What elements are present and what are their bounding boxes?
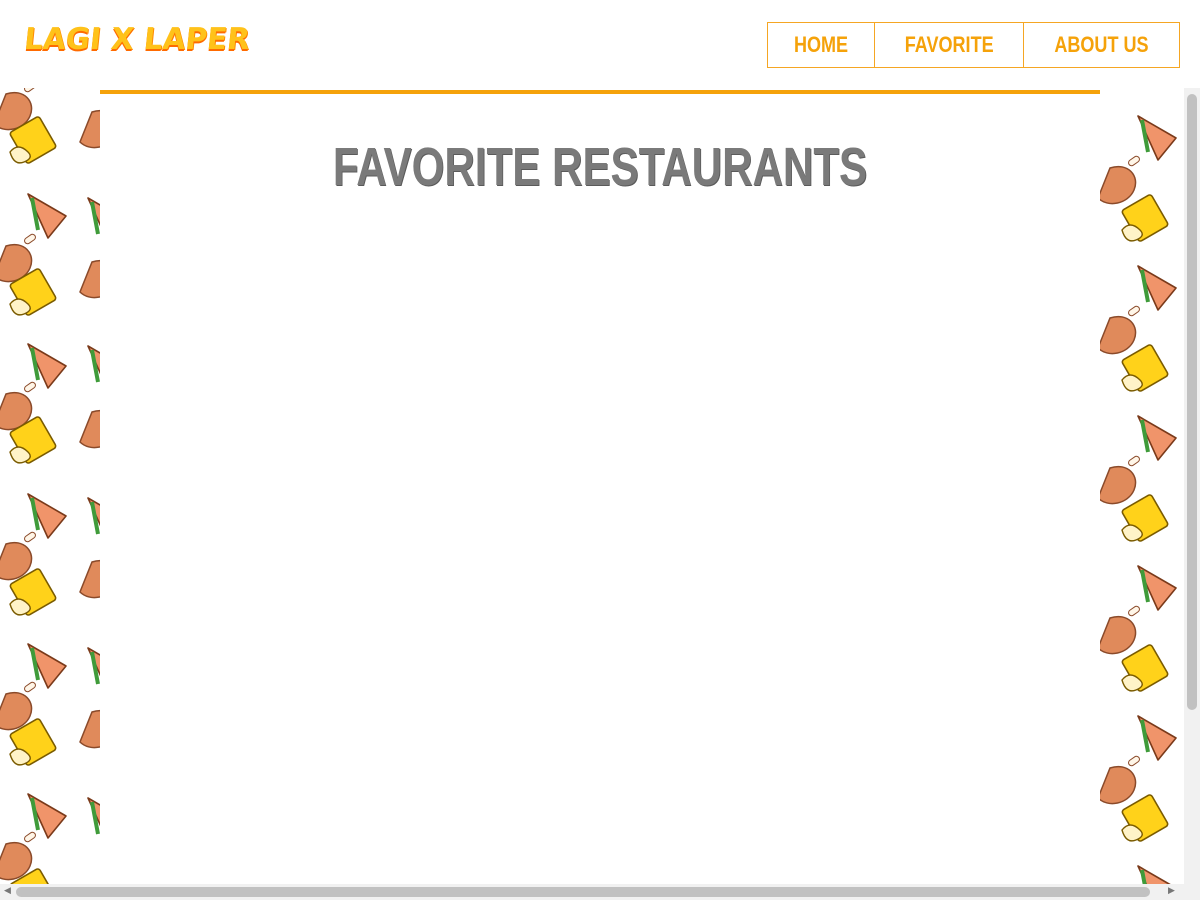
site-logo[interactable]: LAGI X LAPER: [22, 22, 251, 57]
scroll-right-arrow-icon[interactable]: ▶: [1168, 886, 1175, 896]
sandwich-icon: [26, 492, 68, 540]
chicken-leg-icon: [1100, 754, 1142, 805]
nav-favorite-link[interactable]: FAVORITE: [888, 23, 1010, 67]
sandwich-icon: [1136, 564, 1178, 612]
beer-mug-icon: [1120, 493, 1170, 543]
scroll-left-arrow-icon[interactable]: ◀: [4, 886, 11, 896]
chicken-leg-icon: [79, 548, 100, 599]
nav-about-link[interactable]: ABOUT US: [1038, 23, 1165, 67]
sandwich-icon: [86, 344, 100, 392]
beer-mug-icon: [1120, 643, 1170, 693]
beer-mug-icon: [1120, 193, 1170, 243]
accent-divider: [100, 90, 1100, 94]
horizontal-scrollbar[interactable]: ◀ ▶: [0, 884, 1200, 900]
sandwich-icon: [1136, 414, 1178, 462]
chicken-leg-icon: [1100, 604, 1142, 655]
vertical-scroll-thumb[interactable]: [1187, 94, 1197, 710]
chicken-leg-icon: [79, 398, 100, 449]
sandwich-icon: [86, 496, 100, 544]
nav-divider: [1023, 23, 1025, 67]
sandwich-icon: [86, 796, 100, 844]
chicken-leg-icon: [79, 698, 100, 749]
vertical-scrollbar[interactable]: [1184, 88, 1200, 884]
sandwich-icon: [1136, 714, 1178, 762]
sandwich-icon: [26, 792, 68, 840]
food-pattern-left: [0, 88, 100, 900]
sandwich-icon: [1136, 264, 1178, 312]
food-pattern-right: [1100, 88, 1186, 900]
sandwich-icon: [86, 646, 100, 694]
page-title: FAVORITE RESTAURANTS: [332, 137, 868, 198]
chicken-leg-icon: [1100, 154, 1142, 205]
main-nav: HOME FAVORITE ABOUT US: [766, 22, 1180, 68]
beer-mug-icon: [1120, 343, 1170, 393]
horizontal-scroll-thumb[interactable]: [16, 887, 1150, 897]
nav-home-link[interactable]: HOME: [777, 23, 864, 67]
beer-mug-icon: [1120, 793, 1170, 843]
chicken-leg-icon: [1100, 454, 1142, 505]
sandwich-icon: [26, 342, 68, 390]
sandwich-icon: [1136, 114, 1178, 162]
site-header: LAGI X LAPER HOME FAVORITE ABOUT US: [0, 0, 1200, 88]
favorite-panel: FAVORITE RESTAURANTS: [100, 90, 1100, 885]
sandwich-icon: [26, 192, 68, 240]
sandwich-icon: [26, 642, 68, 690]
sandwich-icon: [86, 196, 100, 244]
nav-divider: [873, 23, 875, 67]
chicken-leg-icon: [79, 248, 100, 299]
chicken-leg-icon: [1100, 304, 1142, 355]
chicken-leg-icon: [79, 98, 100, 149]
